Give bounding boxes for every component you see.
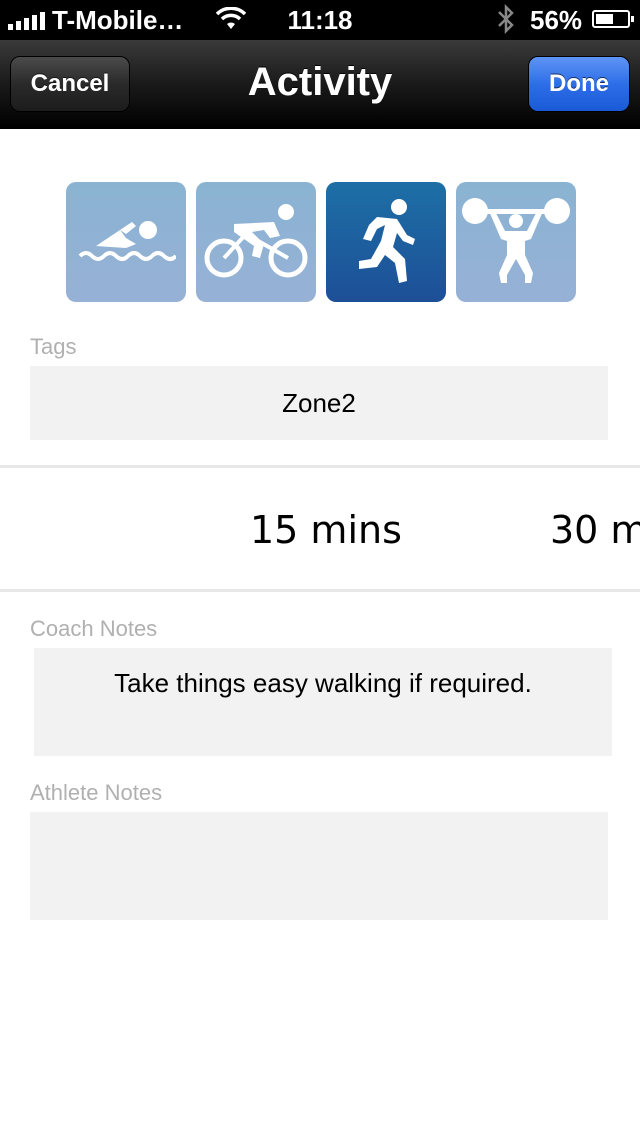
- coach-notes-field: Take things easy walking if required.: [34, 648, 612, 756]
- tags-field[interactable]: Zone2: [30, 366, 608, 440]
- battery-charging-icon: [592, 10, 634, 28]
- sport-tile-run[interactable]: [326, 182, 446, 302]
- weightlifter-icon: [462, 198, 570, 283]
- divider: [0, 589, 640, 592]
- athlete-notes-label: Athlete Notes: [30, 780, 163, 805]
- duration-option[interactable]: 15 mins: [250, 508, 402, 552]
- athlete-notes-field[interactable]: [30, 812, 608, 920]
- duration-option[interactable]: 30 mins: [550, 508, 640, 552]
- status-bar: T-Mobile… 11:18 56%: [0, 0, 640, 40]
- sport-tile-swim[interactable]: [66, 182, 186, 302]
- coach-notes-label: Coach Notes: [30, 616, 158, 641]
- navigation-bar: Cancel Activity Done: [0, 40, 640, 129]
- sport-tile-bike[interactable]: [196, 182, 316, 302]
- tags-label: Tags: [30, 334, 77, 359]
- battery-percent: 56%: [530, 5, 583, 35]
- sport-selector: [66, 182, 576, 302]
- done-button[interactable]: Done: [528, 56, 630, 112]
- runner-icon: [359, 199, 415, 283]
- swimmer-icon: [78, 221, 176, 261]
- sport-tile-strength[interactable]: [456, 182, 576, 302]
- duration-picker[interactable]: 15 mins 30 mins: [0, 468, 640, 590]
- cyclist-icon: [204, 204, 308, 278]
- bluetooth-icon: [496, 3, 516, 41]
